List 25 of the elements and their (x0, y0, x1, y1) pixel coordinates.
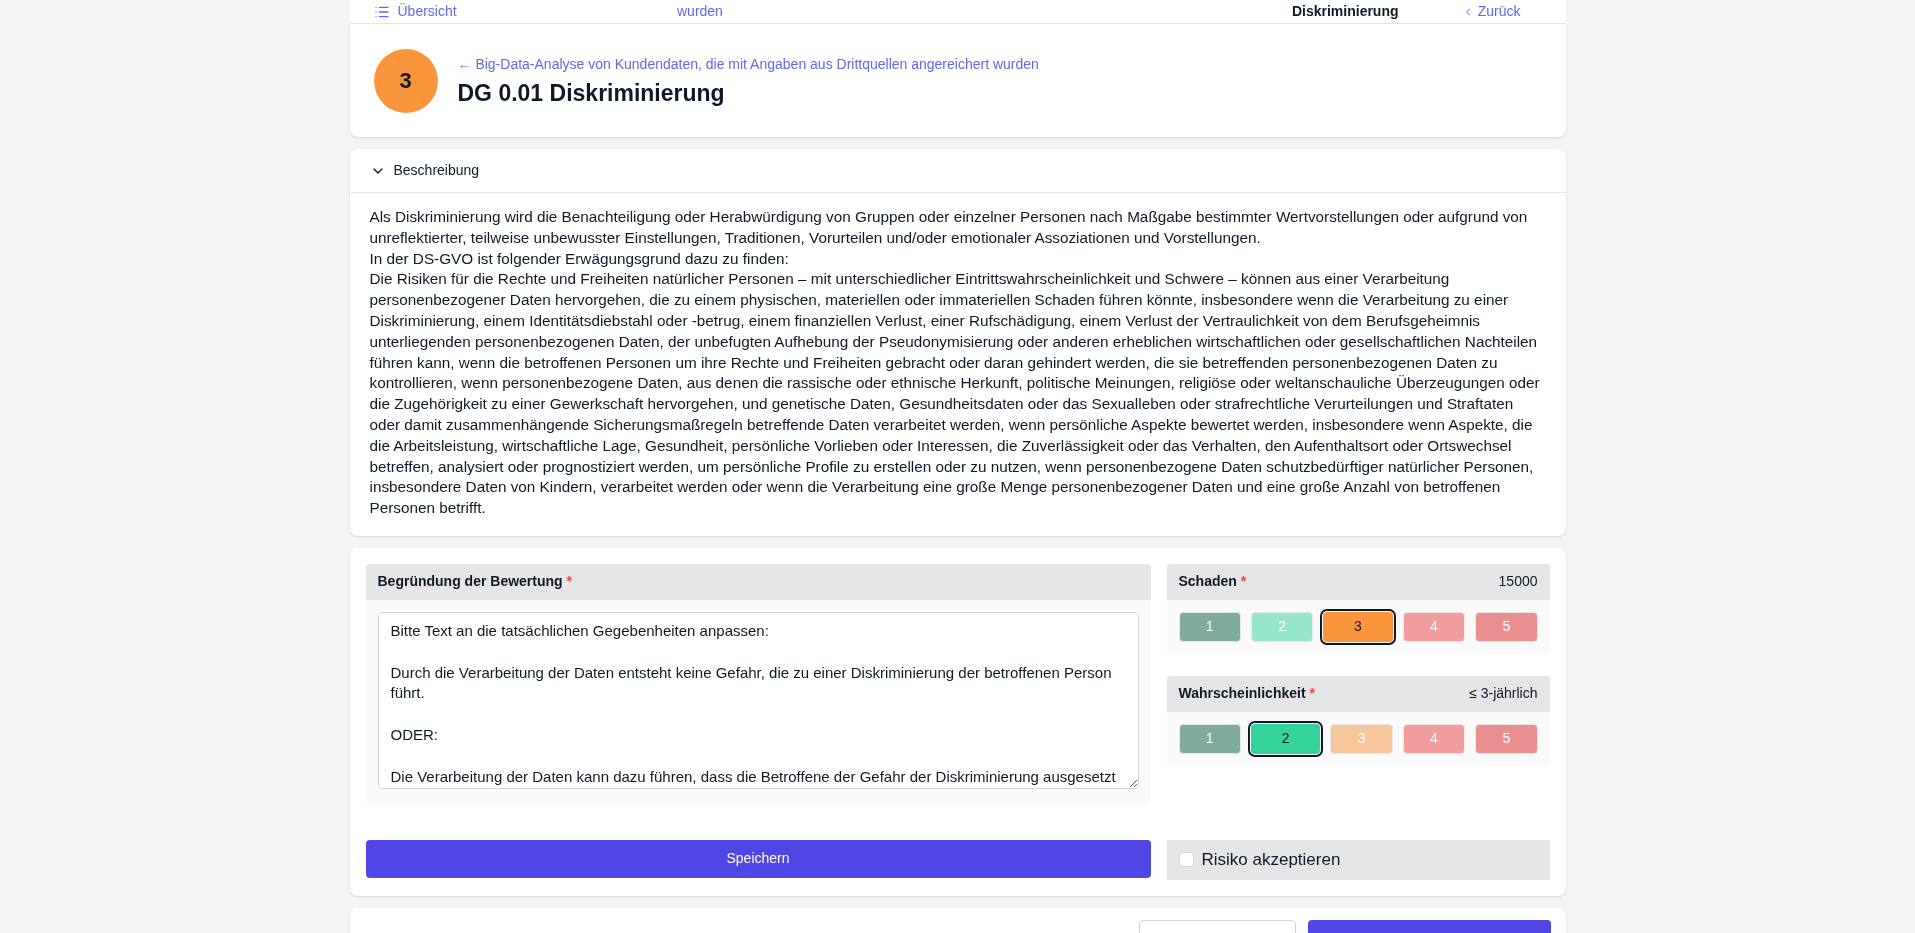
justification-field[interactable]: Bitte Text an die tatsächlichen Gegebenheiten anpassen: Durch die Verarbeitung der Daten entsteht keine Gefahr, die zu einer Diskriminierung der betroffenen Person führt. ODER: Die Verarbeitung der Daten kann dazu führen, dass die Betroffene der Gefahr der Diskriminierung ausgesetzt (377, 611, 1139, 789)
back-link[interactable]: Zurück (1461, 3, 1521, 20)
description-paragraph: Als Diskriminierung wird die Benachteiligung oder Herabwürdigung von Gruppen oder einzelner Personen nach Maßgabe bestimmter Wertvorstellungen oder aufgrund von unreflektierter, teilweise unbewusster Einstellungen, Traditionen, Vorurteilen und/oder emotionaler Assoziationen und Vorstellungen. (369, 207, 1529, 248)
rating-label: Wahrscheinlichkeit * (1178, 684, 1315, 704)
rating-option[interactable]: 3 (1323, 611, 1393, 642)
level-badge: 3 (373, 48, 438, 113)
breadcrumb-link[interactable]: wurden (677, 3, 723, 20)
description-toggle[interactable]: Beschreibung (349, 149, 1566, 193)
save-button[interactable]: Speichern (365, 839, 1151, 878)
step-label: Diskriminierung (1291, 3, 1399, 20)
page-title: DG 0.01 Diskriminierung (457, 79, 726, 107)
breadcrumb-link[interactable]: ← Big-Data-Analyse von Kundendaten, die mit Angaben aus Drittquellen angereichert wurden (457, 54, 1039, 75)
rating-option[interactable]: 1 (1178, 611, 1241, 642)
breadcrumb-link[interactable]: Übersicht (397, 3, 457, 20)
rating-reading: 15000 (1498, 572, 1538, 592)
description-paragraph: In der DS-GVO ist folgender Erwägungsgrund dazu zu finden: (369, 248, 790, 269)
rating-label: Schaden * (1178, 572, 1247, 592)
justification-label: Begründung der Bewertung * (377, 572, 572, 592)
accept-risk-checkbox[interactable]: Risiko akzeptieren (1166, 839, 1550, 880)
rating-option[interactable]: 2 (1250, 723, 1321, 754)
rating-option[interactable]: 5 (1475, 611, 1538, 642)
rating-option[interactable]: 5 (1475, 723, 1538, 754)
rating-option[interactable]: 1 (1178, 723, 1241, 754)
rating-reading: ≤ 3-jährlich (1469, 684, 1538, 704)
description-paragraph: Die Risiken für die Rechte und Freiheiten natürlicher Personen – mit unterschiedlicher Eintrittswahrscheinlichkeit und Schwere – können aus einer Verarbeitung personenbezogener Daten hervorgehen, die zu einem physischen, materiellen oder immateriellen Schaden führen könnte, insbesondere wenn die Verarbeitung zu einer Diskriminierung, einem Identitätsdiebstahl oder -betrug, einem finanziellen Verlust, einer Rufschädigung, einem Verlust der Vertraulichkeit von dem Berufsgeheimnis unterliegenden personenbezogenen Daten, der unbefugten Aufhebung der Pseudonymisierung oder anderen erheblichen wirtschaftlichen oder gesellschaftlichen Nachteilen führen kann, wenn die betroffenen Personen um ihre Rechte und Freiheiten gebracht oder daran gehindert werden, die sie betreffenden personenbezogenen Daten zu kontrollieren, wenn personenbezogene Daten, aus denen die rassische oder ethnische Herkunft, politische Meinungen, religiöse oder weltanschauliche Überzeugungen oder die Zugehörigkeit zu einer Gewerkschaft hervorgehen, und genetische Daten, Gesundheitsdaten oder das Sexualleben oder strafrechtliche Verurteilungen und Straftaten oder damit zusammenhängende Sicherungsmaßregeln betreffende Daten verarbeitet werden, wenn persönliche Aspekte bewertet werden, insbesondere wenn Aspekte, die die Arbeitsleistung, wirtschaftliche Lage, Gesundheit, persönliche Vorlieben oder Interessen, die Zuverlässigkeit oder das Verhalten, den Aufenthaltsort oder Ortswechsel betreffen, analysiert oder prognostiziert werden, um persönliche Profile zu erstellen oder zu nutzen, wenn personenbezogene Daten schutzbedürftiger natürlicher Personen, insbesondere Daten von Kindern, verarbeitet werden oder wenn die Verarbeitung eine große Menge personenbezogener Daten und eine große Anzahl von betroffenen Personen betrifft. (369, 269, 1541, 519)
